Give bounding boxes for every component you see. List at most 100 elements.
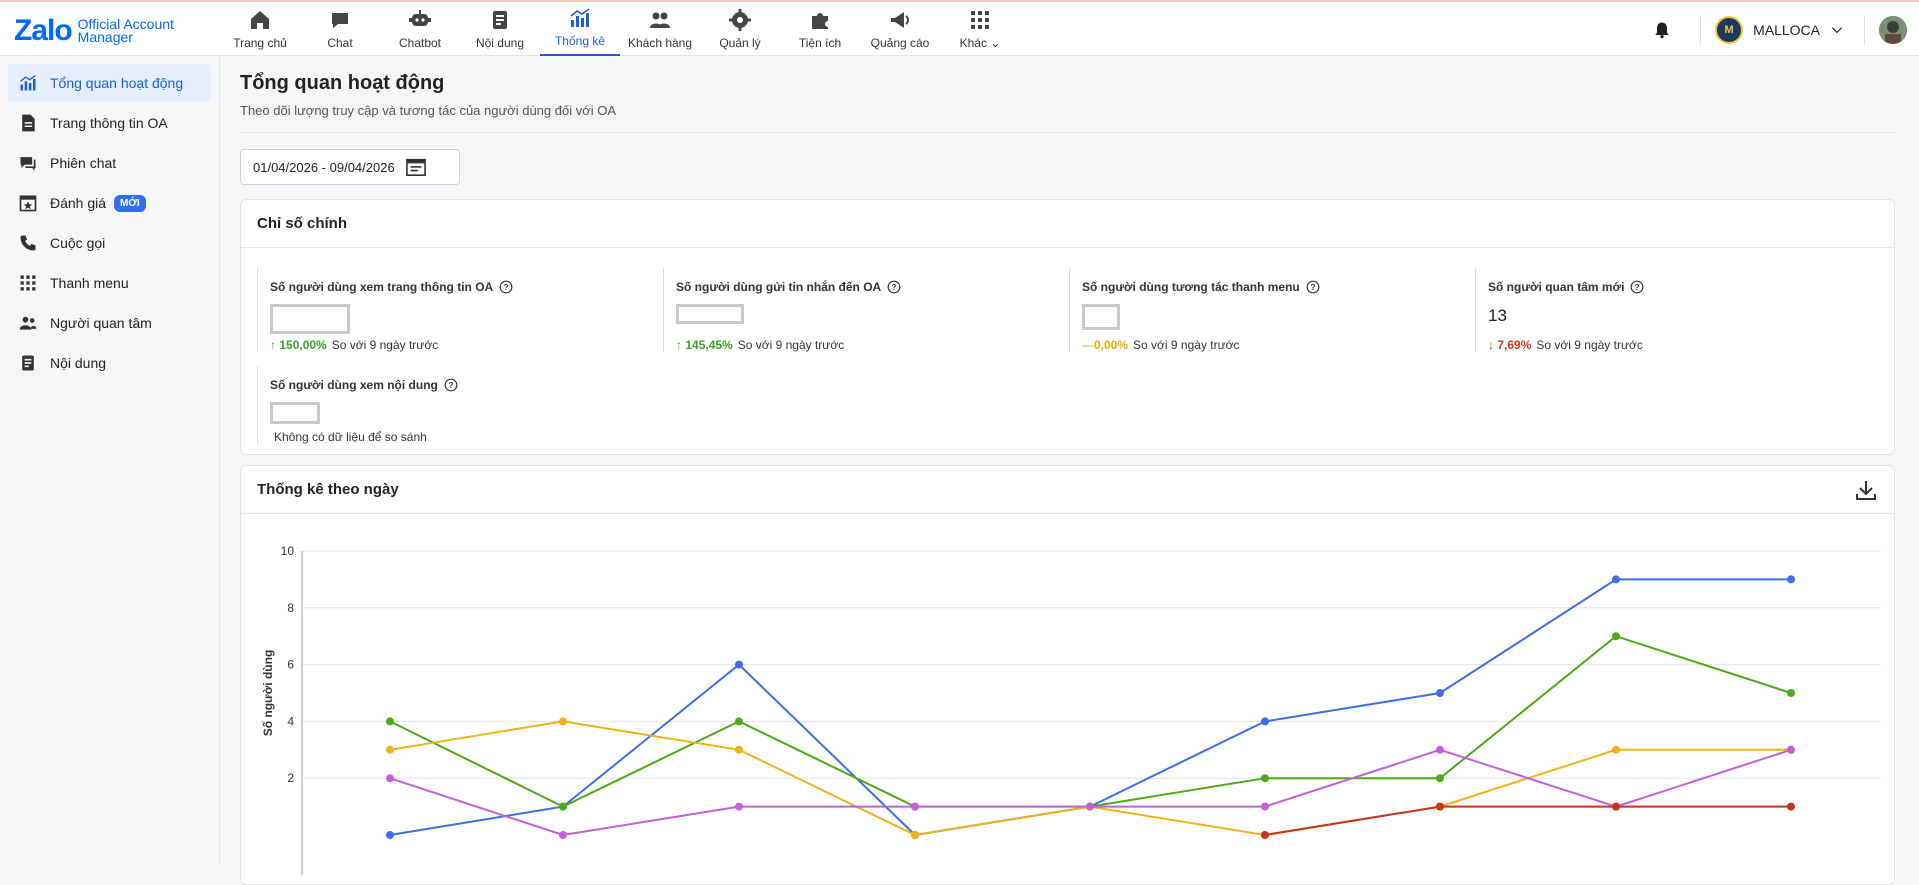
- sidebar-item-label: Tổng quan hoạt động: [50, 75, 184, 91]
- nav-chat[interactable]: Chat: [300, 4, 380, 56]
- data-point[interactable]: [1261, 774, 1269, 783]
- date-range-picker[interactable]: 01/04/2026 - 09/04/2026: [240, 149, 460, 185]
- help-icon[interactable]: ?: [499, 280, 513, 294]
- svg-text:?: ?: [1310, 283, 1315, 292]
- nav-label: Chatbot: [398, 36, 442, 50]
- data-point[interactable]: [1436, 802, 1444, 811]
- data-point[interactable]: [1261, 831, 1269, 839]
- main-nav: Trang chủ Chat Chatbot Nội dung Thống kê…: [220, 4, 1020, 56]
- gear-icon: [729, 9, 751, 31]
- customers-icon: [650, 12, 670, 28]
- series-line-3: [389, 748, 1792, 837]
- nav-statistics[interactable]: Thống kê: [540, 4, 620, 56]
- rating-star-icon: [19, 195, 37, 212]
- metric-label: Số người dùng xem trang thông tin OA: [270, 280, 494, 294]
- sidebar-item-menu-bar[interactable]: Thanh menu: [8, 264, 211, 302]
- data-point[interactable]: [1436, 745, 1444, 754]
- account-switcher[interactable]: M MALLOCA: [1701, 16, 1864, 44]
- nav-content[interactable]: Nội dung: [460, 4, 540, 56]
- sidebar-item-calls[interactable]: Cuộc gọi: [8, 224, 211, 262]
- metric-label: Số người quan tâm mới: [1488, 280, 1625, 294]
- download-button[interactable]: [1854, 478, 1878, 507]
- metric-value-redacted: [270, 304, 350, 334]
- help-icon[interactable]: ?: [1630, 280, 1644, 294]
- top-navbar: Zalo Official Account Manager Trang chủ C…: [0, 0, 1919, 56]
- data-point[interactable]: [735, 660, 743, 669]
- data-point[interactable]: [559, 717, 567, 726]
- metric-change: ↑ 145,45% So với 9 ngày trước: [676, 338, 845, 352]
- data-point[interactable]: [1787, 689, 1795, 697]
- data-point[interactable]: [1261, 717, 1269, 726]
- nav-customers[interactable]: Khách hàng: [620, 4, 700, 56]
- nav-label: Chat: [327, 36, 353, 50]
- sidebar-item-chat-sessions[interactable]: Phiên chat: [8, 144, 211, 182]
- help-icon[interactable]: ?: [887, 280, 901, 294]
- sidebar-item-oa-info[interactable]: Trang thông tin OA: [8, 104, 211, 142]
- data-point[interactable]: [911, 831, 919, 839]
- data-point[interactable]: [386, 745, 394, 754]
- metric-change: ↓ 7,69% So với 9 ngày trước: [1488, 338, 1643, 352]
- nav-label: Khách hàng: [627, 36, 693, 50]
- nav-manage[interactable]: Quản lý: [700, 4, 780, 56]
- metric-label: Số người dùng xem nội dung: [270, 378, 438, 392]
- nav-more[interactable]: Khác ⌄: [940, 4, 1020, 56]
- data-point[interactable]: [1086, 802, 1094, 811]
- chevron-down-icon: ⌄: [990, 36, 1001, 50]
- divider: [240, 132, 1895, 133]
- home-icon: [251, 11, 269, 29]
- sidebar-item-ratings[interactable]: Đánh giá MỚI: [8, 184, 211, 222]
- nav-label: Tiện ích: [798, 36, 842, 50]
- sidebar-item-overview[interactable]: Tổng quan hoạt động: [8, 64, 211, 102]
- nav-ads[interactable]: Quảng cáo: [860, 4, 940, 56]
- sidebar-item-label: Thanh menu: [50, 275, 129, 291]
- help-icon[interactable]: ?: [1306, 280, 1320, 294]
- user-avatar[interactable]: [1879, 16, 1907, 44]
- zalo-oa-logo[interactable]: Zalo Official Account Manager: [14, 14, 174, 48]
- nav-label: Quảng cáo: [870, 36, 930, 50]
- help-icon[interactable]: ?: [444, 378, 458, 392]
- calendar-icon: [405, 158, 426, 176]
- data-point[interactable]: [911, 802, 919, 811]
- sidebar: Tổng quan hoạt động Trang thông tin OA P…: [0, 56, 220, 863]
- data-point[interactable]: [735, 717, 743, 726]
- data-point[interactable]: [1612, 802, 1620, 811]
- data-point[interactable]: [559, 831, 567, 839]
- nav-home[interactable]: Trang chủ: [220, 4, 300, 56]
- data-point[interactable]: [386, 717, 394, 726]
- key-metrics-title: Chỉ số chính: [241, 200, 1894, 248]
- data-point[interactable]: [1612, 632, 1620, 641]
- data-point[interactable]: [386, 831, 394, 839]
- nav-chatbot[interactable]: Chatbot: [380, 4, 460, 56]
- sidebar-item-label: Nội dung: [50, 355, 107, 371]
- nav-utilities[interactable]: Tiện ích: [780, 4, 860, 56]
- sidebar-item-followers[interactable]: Người quan tâm: [8, 304, 211, 342]
- data-point[interactable]: [735, 802, 743, 811]
- key-metrics-card: Chỉ số chính Số người dùng xem trang thô…: [240, 199, 1895, 455]
- metric-oa-profile-views: Số người dùng xem trang thông tin OA ? ↑…: [257, 268, 663, 352]
- data-point[interactable]: [1612, 745, 1620, 754]
- phone-icon: [20, 235, 36, 251]
- sidebar-item-content[interactable]: Nội dung: [8, 344, 211, 382]
- data-point[interactable]: [1436, 689, 1444, 697]
- oa-avatar: M: [1715, 16, 1744, 44]
- data-point[interactable]: [559, 802, 567, 811]
- data-point[interactable]: [1787, 802, 1795, 811]
- new-badge: MỚI: [114, 194, 146, 212]
- data-point[interactable]: [735, 745, 743, 754]
- puzzle-icon: [812, 13, 828, 29]
- document-icon: [22, 114, 35, 132]
- metric-value: 13: [1488, 306, 1507, 325]
- data-point[interactable]: [1787, 575, 1795, 584]
- data-point[interactable]: [1436, 774, 1444, 783]
- nav-label: Quản lý: [719, 36, 761, 50]
- data-point[interactable]: [1612, 575, 1620, 584]
- y-tick-label: 6: [287, 658, 294, 672]
- metric-label: Số người dùng gửi tin nhắn đến OA: [676, 280, 882, 294]
- dash-icon: —: [1082, 338, 1094, 352]
- data-point[interactable]: [1787, 745, 1795, 754]
- data-point[interactable]: [1261, 802, 1269, 811]
- notification-button[interactable]: [1642, 20, 1682, 40]
- series-line-0: [389, 578, 1791, 837]
- data-point[interactable]: [386, 774, 394, 783]
- nav-label: Khác ⌄: [959, 36, 1001, 50]
